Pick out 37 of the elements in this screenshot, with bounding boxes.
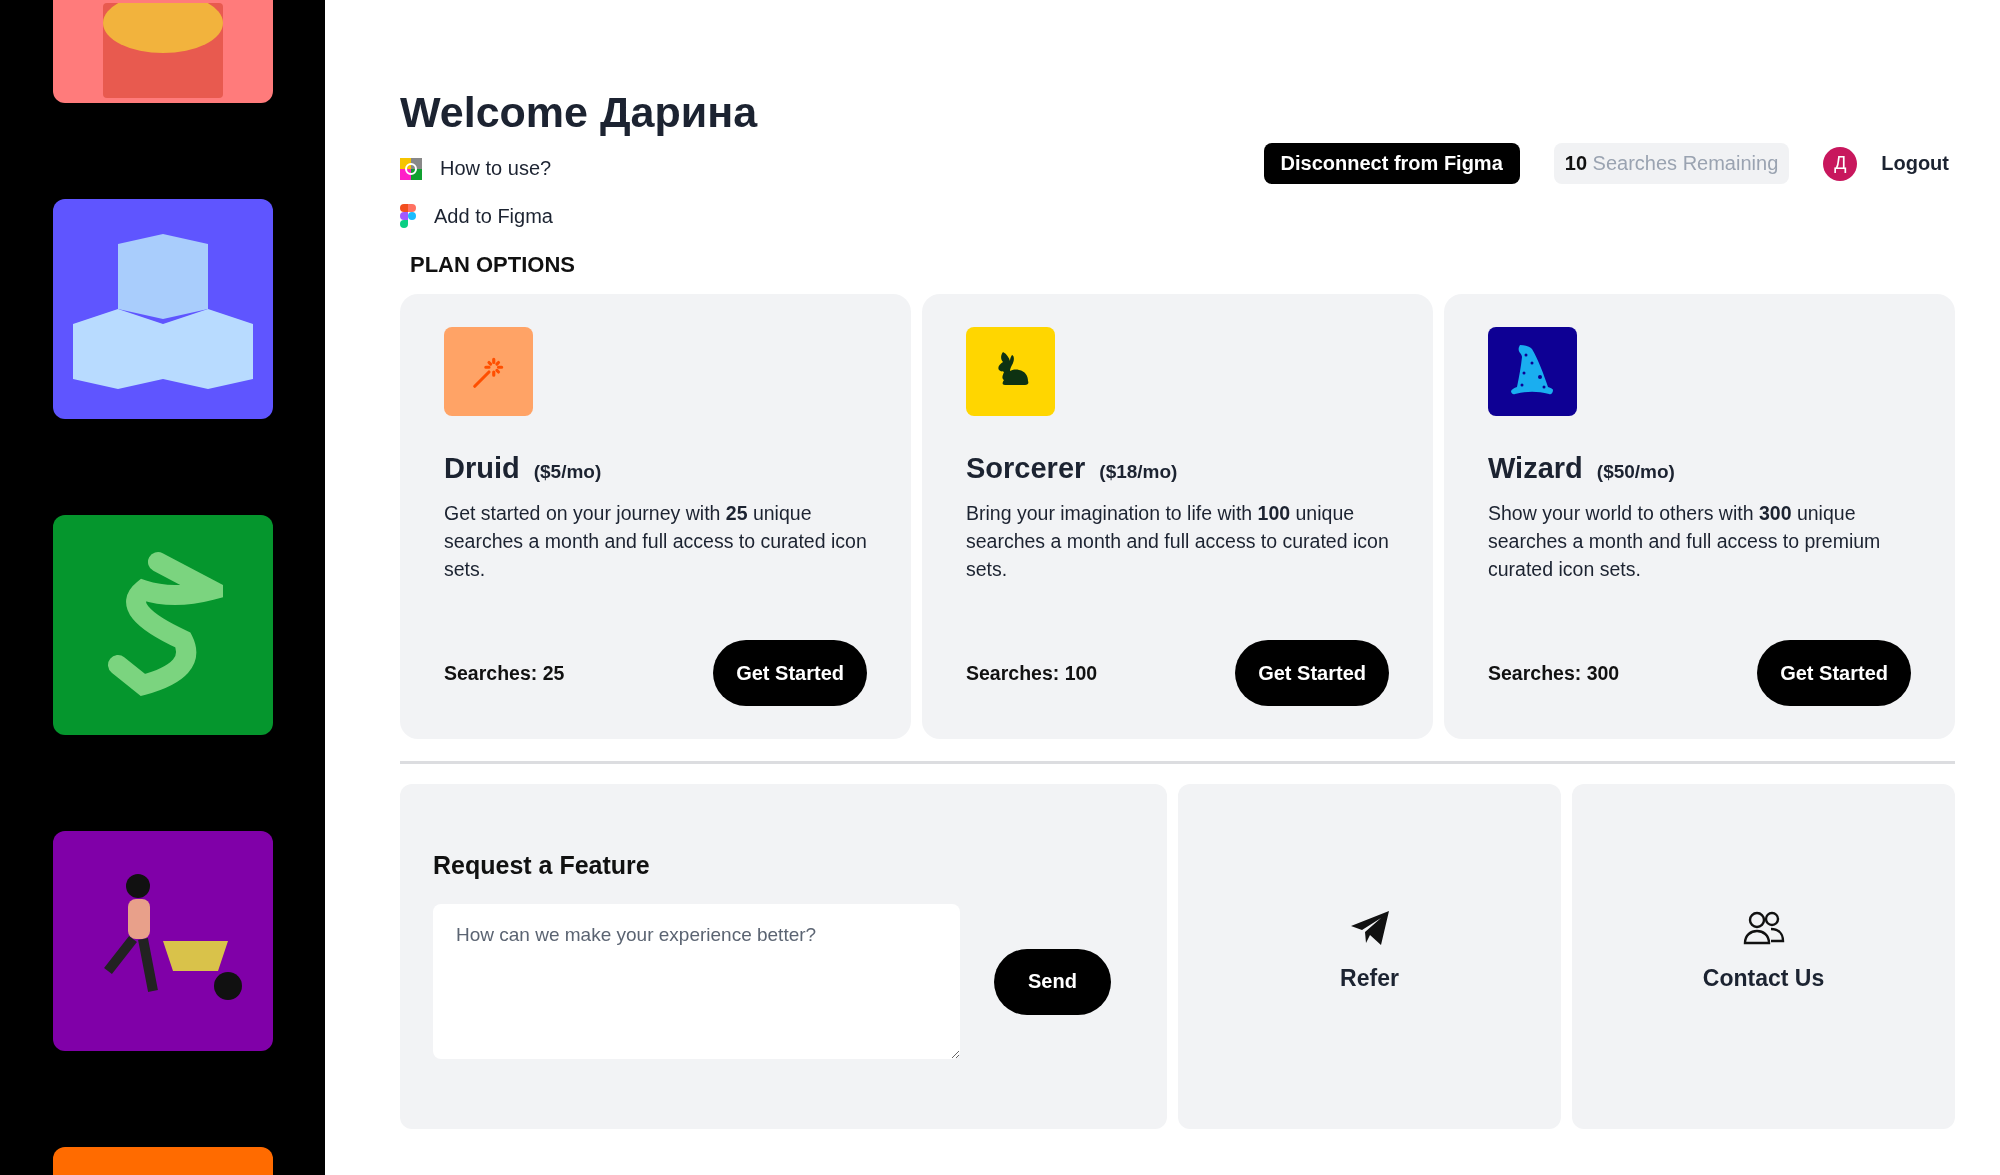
illustration-tile[interactable] <box>52 831 273 1051</box>
colorful-g-icon <box>400 157 422 180</box>
plan-description: Get started on your journey with 25 unique searches a month and full access to curated icon sets. <box>444 501 867 582</box>
action-label[interactable]: Refer <box>1340 965 1399 992</box>
panel-title: Request a Feature <box>433 851 651 880</box>
plan-name: Druid <box>444 452 520 485</box>
plan-description: Bring your imagination to life with 100 unique searches a month and full access to curated icon sets. <box>966 501 1389 582</box>
get-started-button[interactable]: Get Started <box>713 640 867 706</box>
plan-name: Wizard <box>1488 452 1583 485</box>
feature-input-field[interactable]: How can we make your experience better? <box>433 904 960 1059</box>
send-button[interactable]: Send <box>994 948 1111 1015</box>
get-started-button[interactable]: Get Started <box>1235 640 1389 706</box>
plan-price: ($5/mo) <box>533 461 602 483</box>
illustration-tile[interactable] <box>52 515 273 735</box>
searches-count: Searches: 100 <box>966 661 1098 685</box>
plan-price: ($18/mo) <box>1099 461 1178 483</box>
nav-link[interactable]: How to use? <box>440 157 552 180</box>
searches-remaining-badge: 10 Searches Remaining <box>1553 143 1790 184</box>
welcome-title: Welcome Дарина <box>400 88 758 137</box>
searches-count: Searches: 25 <box>444 661 565 685</box>
action-card[interactable]: Refer <box>1178 784 1561 1129</box>
user-avatar: Д <box>1823 146 1858 181</box>
action-label[interactable]: Contact Us <box>1702 965 1825 992</box>
nav-link[interactable]: Add to Figma <box>434 204 553 228</box>
plan-name: Sorcerer <box>966 452 1086 485</box>
get-started-button[interactable]: Get Started <box>1757 640 1911 706</box>
paper-plane-icon <box>1350 911 1389 945</box>
illustration-tile[interactable] <box>52 199 273 419</box>
disconnect-button[interactable]: Disconnect from Figma <box>1263 143 1520 184</box>
action-card[interactable]: Contact Us <box>1572 784 1955 1129</box>
section-heading: PLAN OPTIONS <box>410 252 576 278</box>
figma-logo-icon <box>400 204 416 228</box>
logout-button[interactable]: Logout <box>1875 151 1955 176</box>
people-icon <box>1742 911 1785 945</box>
searches-count: Searches: 300 <box>1488 661 1620 685</box>
plan-description: Show your world to others with 300 unique searches a month and full access to premium curated icon sets. <box>1488 501 1882 582</box>
plan-price: ($50/mo) <box>1596 461 1675 483</box>
